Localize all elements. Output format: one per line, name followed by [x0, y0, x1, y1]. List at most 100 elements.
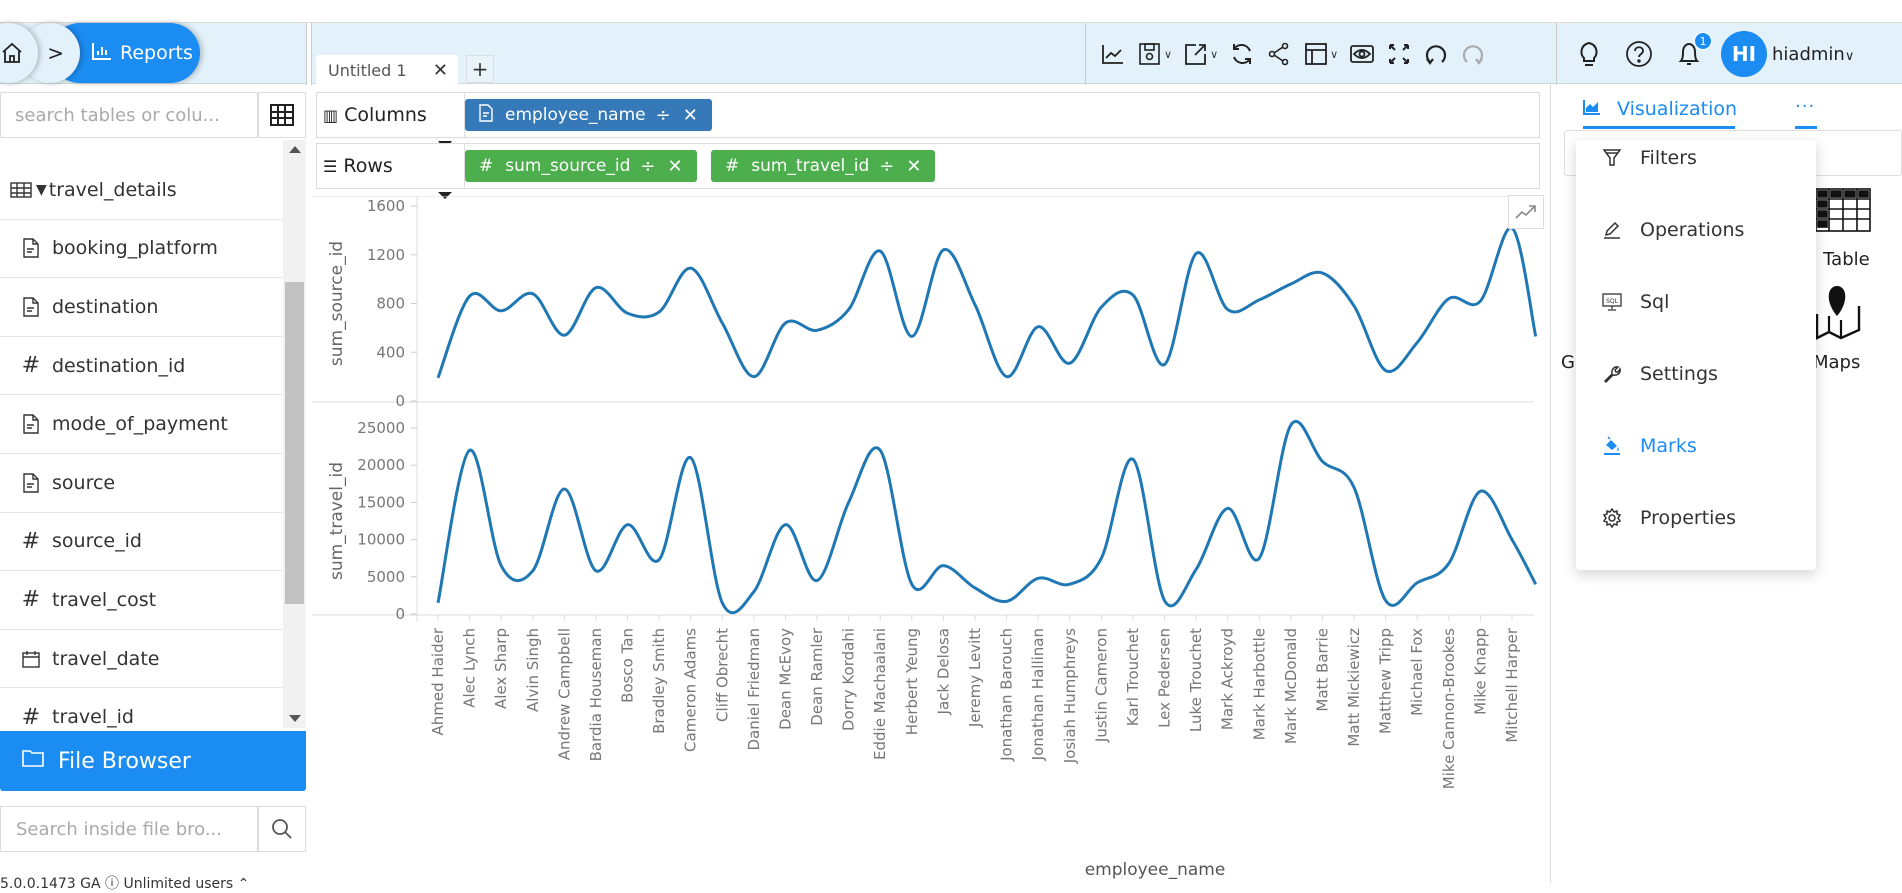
- header-right-tools: 1 HI hiadmin∨: [1556, 23, 1854, 85]
- field-mode-of-payment[interactable]: mode_of_payment: [0, 395, 283, 454]
- x-tick-label: Jeremy Levitt: [966, 628, 984, 728]
- remove-pill-icon[interactable]: ✕: [906, 156, 921, 177]
- menu-item-sql[interactable]: SQL Sql: [1602, 287, 1669, 317]
- chart-type-button[interactable]: [1100, 34, 1126, 74]
- gear-icon: [1602, 508, 1624, 528]
- y-tick-label: 25000: [357, 419, 405, 437]
- more-options-button[interactable]: ···: [1795, 96, 1815, 117]
- tree-scrollbar[interactable]: [283, 140, 306, 728]
- menu-item-operations[interactable]: Operations: [1602, 215, 1744, 245]
- field-source-id[interactable]: # source_id: [0, 513, 283, 572]
- menu-item-settings[interactable]: Settings: [1602, 359, 1718, 389]
- field-source[interactable]: source: [0, 454, 283, 513]
- save-button[interactable]: ∨: [1137, 34, 1172, 74]
- redo-icon: [1463, 45, 1484, 65]
- x-tick-label: Andrew Campbell: [555, 628, 573, 760]
- rows-icon: ☰: [323, 156, 338, 176]
- pill-label: sum_source_id: [505, 156, 631, 176]
- x-tick-label: Lex Pedersen: [1156, 628, 1174, 728]
- refresh-button[interactable]: [1229, 34, 1255, 74]
- sort-icon[interactable]: ÷: [640, 156, 655, 177]
- tab-visualization[interactable]: Visualization: [1583, 98, 1737, 120]
- remove-pill-icon[interactable]: ✕: [683, 105, 698, 126]
- field-name: travel_id: [52, 706, 134, 729]
- fullscreen-button[interactable]: [1386, 34, 1412, 74]
- layout-button[interactable]: ∨: [1303, 34, 1338, 74]
- redo-button[interactable]: [1460, 34, 1486, 74]
- y-tick-label: 15000: [357, 493, 405, 511]
- x-tick-label: Bardia Houseman: [587, 628, 605, 761]
- columns-shelf[interactable]: ▥ Columns employee_name ÷ ✕: [316, 92, 1540, 138]
- notifications-button[interactable]: 1: [1675, 32, 1712, 68]
- y-tick-label: 1600: [367, 197, 405, 215]
- file-search-placeholder: Search inside file bro...: [16, 818, 222, 840]
- tab-untitled-1[interactable]: Untitled 1 ✕: [316, 55, 458, 85]
- fullscreen-icon: [1389, 44, 1410, 64]
- preview-button[interactable]: [1349, 34, 1375, 74]
- x-tick-label: Dorry Kordahi: [840, 628, 858, 731]
- scroll-down-icon[interactable]: [289, 715, 301, 722]
- file-search-input[interactable]: Search inside file bro...: [0, 806, 258, 852]
- x-tick-label: Herbert Yeung: [903, 628, 921, 735]
- x-tick-label: Eddie Machaalani: [871, 628, 889, 760]
- table-view-button[interactable]: [258, 92, 306, 138]
- field-booking-platform[interactable]: booking_platform: [0, 220, 283, 279]
- x-tick-label: Bradley Smith: [650, 628, 668, 734]
- remove-pill-icon[interactable]: ✕: [668, 156, 683, 177]
- field-destination-id[interactable]: # destination_id: [0, 337, 283, 396]
- file-search-button[interactable]: [258, 806, 306, 852]
- number-field-icon: #: [479, 156, 494, 176]
- file-browser-button[interactable]: File Browser: [0, 731, 306, 791]
- pill-sum-source-id[interactable]: # sum_source_id ÷ ✕: [465, 150, 697, 182]
- field-travel-date[interactable]: travel_date: [0, 630, 283, 689]
- pencil-icon: [1602, 220, 1624, 240]
- maps-icon[interactable]: [1813, 280, 1863, 344]
- y-tick-label: 0: [395, 605, 405, 623]
- add-tab-button[interactable]: +: [466, 55, 494, 83]
- x-tick-label: Daniel Friedman: [745, 628, 763, 751]
- x-tick-label: Cameron Adams: [682, 628, 700, 752]
- lightbulb-icon: [1580, 41, 1598, 66]
- menu-item-properties[interactable]: Properties: [1602, 503, 1736, 533]
- menu-item-marks[interactable]: Marks: [1602, 431, 1697, 461]
- y-tick-label: 400: [376, 343, 405, 361]
- export-button[interactable]: ∨: [1183, 34, 1218, 74]
- search-tables-input[interactable]: search tables or colu...: [0, 92, 258, 138]
- scroll-thumb[interactable]: [285, 282, 304, 604]
- plus-icon: +: [471, 57, 489, 81]
- undo-button[interactable]: [1423, 34, 1449, 74]
- menu-item-filters[interactable]: Filters: [1602, 143, 1697, 173]
- scroll-up-icon[interactable]: [289, 146, 301, 153]
- number-field-icon: #: [21, 704, 41, 730]
- sql-icon: SQL: [1602, 292, 1624, 312]
- avatar[interactable]: HI: [1721, 31, 1767, 77]
- y-tick-label: 20000: [357, 456, 405, 474]
- x-tick-label: Matt Barrie: [1313, 628, 1331, 712]
- pill-employee-name[interactable]: employee_name ÷ ✕: [465, 99, 712, 131]
- close-tab-icon[interactable]: ✕: [433, 60, 448, 81]
- user-menu[interactable]: hiadmin∨: [1772, 44, 1854, 65]
- visualization-label: Visualization: [1617, 98, 1738, 120]
- sort-icon[interactable]: ÷: [879, 156, 894, 177]
- field-destination[interactable]: destination: [0, 278, 283, 337]
- y-tick-label: 10000: [357, 531, 405, 549]
- grid-table-icon[interactable]: [1815, 188, 1871, 236]
- pill-label: sum_travel_id: [751, 156, 870, 176]
- trendline-button[interactable]: [1508, 195, 1544, 229]
- trend-icon: [1515, 205, 1536, 219]
- menu-item-label: Operations: [1640, 219, 1745, 241]
- field-travel-cost[interactable]: # travel_cost: [0, 571, 283, 630]
- area-chart-icon: [1583, 98, 1601, 120]
- help-button[interactable]: [1625, 40, 1653, 68]
- paint-bucket-icon: [1602, 436, 1624, 456]
- rows-label: ☰ Rows: [317, 144, 465, 188]
- rows-shelf[interactable]: ☰ Rows # sum_source_id ÷ ✕ # sum_travel_i…: [316, 143, 1540, 189]
- share-button[interactable]: [1266, 34, 1292, 74]
- tips-button[interactable]: [1575, 40, 1603, 68]
- pill-sum-travel-id[interactable]: # sum_travel_id ÷ ✕: [711, 150, 936, 182]
- sort-icon[interactable]: ÷: [656, 105, 671, 126]
- table-node-travel-details[interactable]: ▼ travel_details: [0, 161, 283, 220]
- x-tick-label: Dean McEvoy: [776, 628, 794, 730]
- top-bar: > Reports Untitled 1 ✕ + ∨ ∨ ∨ 1 HI hiad…: [0, 22, 1902, 85]
- y-tick-label: 5000: [367, 568, 405, 586]
